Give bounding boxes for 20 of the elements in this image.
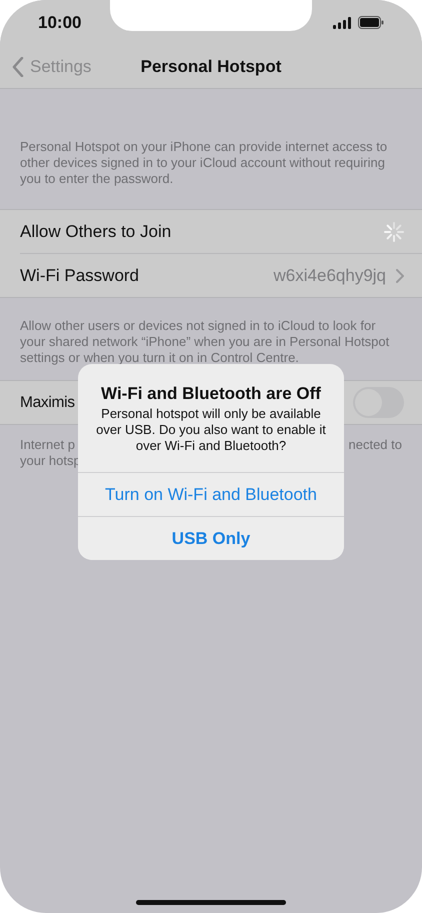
home-indicator[interactable] — [136, 900, 286, 905]
signal-icon — [333, 16, 352, 28]
alert-message: Personal hotspot will only be available over USB. Do you also want to enable it over Wi-Fi and Bluetooth? — [95, 406, 327, 455]
alert-title: Wi-Fi and Bluetooth are Off — [100, 383, 322, 405]
loading-spinner-icon — [384, 222, 404, 242]
page-title: Personal Hotspot — [140, 56, 282, 76]
row-label: Allow Others to Join — [20, 222, 172, 242]
status-time: 10:00 — [38, 12, 82, 32]
row-label: Maximis — [20, 394, 75, 412]
footer-text: nected to — [348, 437, 402, 453]
chevron-right-icon — [396, 268, 404, 282]
row-label: Wi-Fi Password — [20, 266, 140, 286]
footer-text: Allow other users or devices not signed in to iCloud to look for your shared network “iPhone” when you are in Personal Hotspot settings or when you turn it on in Control Centre. — [19, 318, 390, 366]
footer-text: Internet p — [20, 437, 76, 453]
password-value[interactable]: w6xi4e6qhy9jq — [274, 266, 386, 286]
back-button[interactable]: Settings — [0, 56, 92, 76]
intro-text: Personal Hotspot on your iPhone can provide internet access to other devices signed in to your iCloud account without requiring you to enter the password. — [19, 139, 388, 187]
alert-action[interactable]: USB Only — [78, 516, 344, 560]
chevron-left-icon — [12, 56, 24, 76]
battery-icon — [358, 16, 384, 29]
